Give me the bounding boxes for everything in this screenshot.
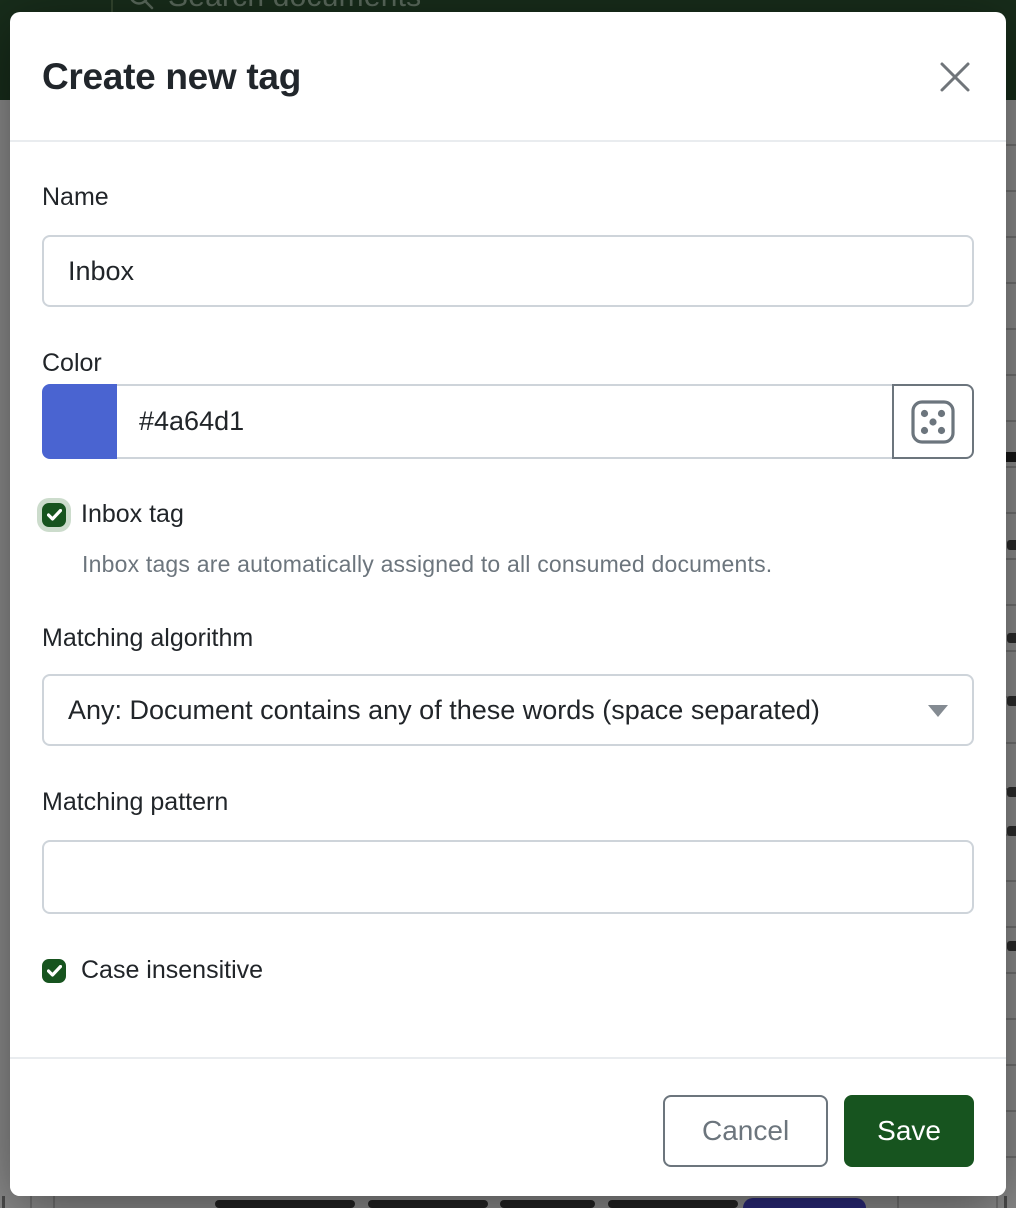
case-insensitive-checkbox[interactable] <box>42 959 66 983</box>
dimmed-text-fragment <box>1007 540 1016 550</box>
dimmed-text-fragment <box>1007 941 1016 951</box>
name-label: Name <box>42 184 974 210</box>
inbox-tag-hint: Inbox tags are automatically assigned to… <box>42 551 974 578</box>
checkmark-icon <box>47 965 62 977</box>
dimmed-line <box>30 1196 32 1208</box>
chevron-down-icon <box>928 705 948 717</box>
dimmed-text-fragment <box>500 1200 595 1208</box>
save-button[interactable]: Save <box>844 1095 974 1167</box>
color-input-group <box>42 384 974 459</box>
dimmed-text-fragment <box>368 1200 488 1208</box>
matching-pattern-field[interactable] <box>42 840 974 914</box>
inbox-tag-row: Inbox tag <box>42 500 974 529</box>
dimmed-text-fragment <box>1007 633 1016 643</box>
matching-pattern-label: Matching pattern <box>42 789 974 815</box>
checkmark-icon <box>47 509 62 521</box>
color-swatch[interactable] <box>42 384 117 459</box>
case-insensitive-label[interactable]: Case insensitive <box>81 956 263 985</box>
create-tag-dialog: Create new tag Name Color <box>10 12 1006 1196</box>
dimmed-text-fragment <box>1007 787 1016 797</box>
inbox-tag-label[interactable]: Inbox tag <box>81 500 184 529</box>
dimmed-line <box>53 1196 55 1208</box>
dimmed-table-fragment <box>1006 100 1016 1208</box>
navbar-divider <box>111 0 113 12</box>
dimmed-button-fragment <box>743 1198 866 1208</box>
dimmed-table-header-border <box>1006 452 1016 462</box>
matching-algorithm-label: Matching algorithm <box>42 625 974 651</box>
dice-icon <box>910 399 956 445</box>
dimmed-line <box>996 1196 998 1208</box>
dimmed-line <box>897 1196 899 1208</box>
dimmed-text-fragment <box>1007 696 1016 706</box>
search-icon <box>128 0 154 10</box>
dialog-footer: Cancel Save <box>10 1057 1006 1196</box>
close-icon <box>936 58 974 96</box>
inbox-tag-checkbox[interactable] <box>42 503 66 527</box>
selected-algorithm: Any: Document contains any of these word… <box>68 695 820 726</box>
cancel-button[interactable]: Cancel <box>663 1095 828 1167</box>
dialog-body: Name Color <box>10 142 1006 985</box>
case-insensitive-row: Case insensitive <box>42 956 974 985</box>
random-color-button[interactable] <box>892 384 974 459</box>
color-field[interactable] <box>117 384 894 459</box>
dimmed-text-fragment <box>215 1200 355 1208</box>
dimmed-page-bottom <box>0 1196 1016 1208</box>
color-label: Color <box>42 350 974 376</box>
dimmed-text-fragment <box>608 1200 738 1208</box>
dialog-header: Create new tag <box>10 12 1006 142</box>
dimmed-text-fragment <box>1007 826 1016 836</box>
page: Search documents Create new tag <box>0 0 1016 1208</box>
close-button[interactable] <box>936 58 974 96</box>
dimmed-line <box>2 1196 5 1208</box>
matching-algorithm-select[interactable]: Any: Document contains any of these word… <box>42 674 974 746</box>
dimmed-line <box>1004 1196 1007 1208</box>
dialog-title: Create new tag <box>42 54 301 100</box>
name-field[interactable] <box>42 235 974 307</box>
